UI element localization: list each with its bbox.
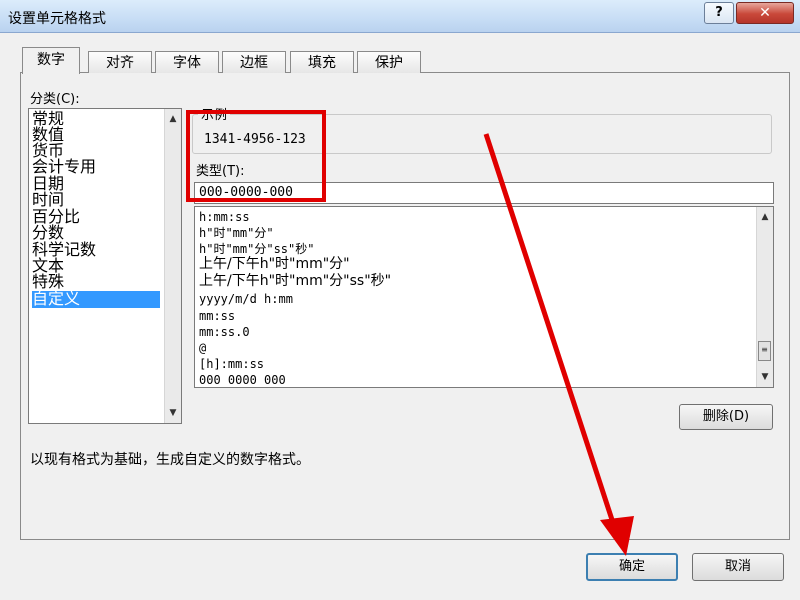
annotation-arrow-icon (483, 133, 634, 556)
tab-number[interactable]: 数字 (22, 47, 80, 74)
